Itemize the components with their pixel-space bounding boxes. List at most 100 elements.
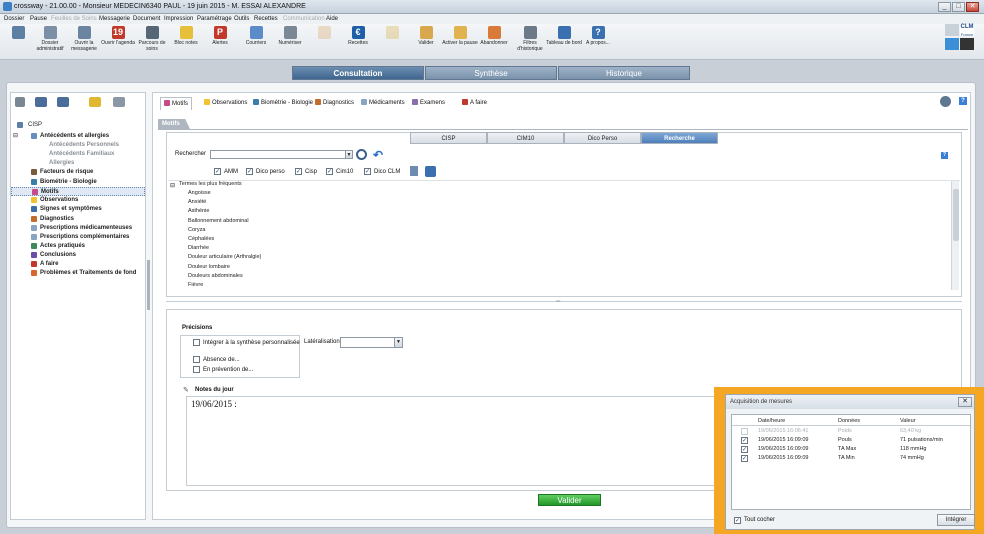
section-tab-6[interactable]: A faire — [459, 97, 490, 110]
list-item[interactable]: Fièvre — [188, 281, 203, 290]
menu-item-5[interactable]: Impression — [164, 16, 193, 22]
menu-item-3[interactable]: Messagerie — [99, 16, 130, 22]
filter-checkbox-4[interactable]: ✓ — [364, 168, 371, 175]
main-tab-1[interactable]: Synthèse — [425, 66, 557, 80]
filter-checkbox-3[interactable]: ✓ — [326, 168, 333, 175]
maximize-button[interactable]: □ — [952, 2, 965, 12]
precision-checkbox-0[interactable] — [193, 339, 200, 346]
tree-item-11[interactable]: Prescriptions médicamenteuses — [11, 224, 145, 233]
list-scrollbar[interactable] — [951, 181, 959, 290]
section-tab-5[interactable]: Examens — [409, 97, 448, 110]
menu-item-4[interactable]: Document — [133, 16, 160, 22]
code-tab-0[interactable]: CISP — [410, 132, 487, 144]
toolbar-button-5[interactable]: Bloc notes — [167, 26, 205, 46]
menu-item-6[interactable]: Paramétrage — [197, 16, 232, 22]
tree-item-12[interactable]: Prescriptions complémentaires — [11, 233, 145, 242]
tree-item-5[interactable]: Facteurs de risque — [11, 168, 145, 177]
list-item[interactable]: Asthénie — [188, 207, 209, 216]
toolbar-button-4[interactable]: Parcours de soins — [133, 26, 171, 52]
list-item[interactable]: Ballonnement abdominal — [188, 217, 249, 226]
toolbar-button-13[interactable]: Activer la pause — [441, 26, 479, 46]
tree-item-14[interactable]: Conclusions — [11, 251, 145, 260]
horizontal-splitter[interactable]: ═ — [166, 299, 962, 305]
section-tab-1[interactable]: Observations — [201, 97, 250, 110]
tree-item-15[interactable]: A faire — [11, 260, 145, 269]
tree-item-2[interactable]: Antécédents Personnels — [11, 141, 145, 150]
toolbar-button-7[interactable]: Courriers — [237, 26, 275, 46]
search-dropdown-button[interactable]: ▼ — [345, 150, 353, 159]
filter-checkbox-1[interactable]: ✓ — [246, 168, 253, 175]
chevron-down-icon[interactable]: ▼ — [394, 338, 402, 347]
tree-item-10[interactable]: Diagnostics — [11, 215, 145, 224]
close-button[interactable]: ✕ — [966, 2, 979, 12]
motifs-help-icon[interactable]: ? — [941, 152, 948, 159]
toolbar-button-12[interactable]: Valider — [407, 26, 445, 46]
toolbar-button-16[interactable]: Tableau de bord — [545, 26, 583, 46]
help-icon[interactable]: ? — [959, 97, 967, 105]
main-tab-2[interactable]: Historique — [558, 66, 690, 80]
section-tab-0[interactable]: Motifs — [160, 97, 193, 110]
section-tab-3[interactable]: Diagnostics — [312, 97, 357, 110]
toolbar-button-8[interactable]: Numériser — [271, 26, 309, 46]
row-checkbox-1[interactable]: ✓ — [741, 437, 748, 444]
section-tab-2[interactable]: Biométrie - Biologie — [250, 97, 316, 110]
list-item[interactable]: Anxiété — [188, 198, 206, 207]
table-row[interactable]: ✓ 19/06/2015 16:09:09 TA Max 118 mmHg — [732, 445, 970, 454]
menu-item-7[interactable]: Outils — [234, 16, 249, 22]
list-item[interactable]: Douleur articulaire (Arthralgie) — [188, 253, 261, 262]
splitter-grip[interactable]: ═ — [556, 299, 560, 305]
list-item[interactable]: Céphalées — [188, 235, 214, 244]
table-row[interactable]: ✓ 19/06/2015 16:09:09 Pouls 71 pulsations/m… — [732, 436, 970, 445]
section-tab-4[interactable]: Médicaments — [358, 97, 408, 110]
code-tab-3[interactable]: Recherche — [641, 132, 718, 144]
panel-splitter[interactable] — [147, 260, 150, 310]
minimize-button[interactable]: _ — [938, 2, 951, 12]
filter-checkbox-0[interactable]: ✓ — [214, 168, 221, 175]
search-input[interactable] — [210, 150, 346, 159]
list-item[interactable]: Angoisse — [188, 189, 211, 198]
tree-item-13[interactable]: Actes pratiqués — [11, 242, 145, 251]
toolbar-button-3[interactable]: 19 Ouvrir l'agenda — [99, 26, 137, 46]
precision-checkbox-1[interactable] — [193, 356, 200, 363]
list-item[interactable]: Douleurs abdominales — [188, 272, 243, 281]
toolbar-button-6[interactable]: P Alertes — [201, 26, 239, 46]
search-icon[interactable] — [356, 149, 367, 160]
toolbar-button-10[interactable]: € Recettes — [339, 26, 377, 46]
list-item[interactable]: Diarrhée — [188, 244, 209, 253]
code-tab-1[interactable]: CIM10 — [487, 132, 564, 144]
toolbar-button-17[interactable]: ? A propos... — [579, 26, 617, 46]
validate-button[interactable]: Valider — [538, 494, 601, 506]
tree-item-3[interactable]: Antécédents Familiaux — [11, 150, 145, 159]
code-tab-2[interactable]: Dico Perso — [564, 132, 641, 144]
filter-checkbox-2[interactable]: ✓ — [295, 168, 302, 175]
menu-item-1[interactable]: Pause — [30, 16, 47, 22]
tree-item-1[interactable]: ⊟ Antécédents et allergies — [11, 132, 145, 141]
list-item[interactable]: Coryza — [188, 226, 205, 235]
collapse-icon[interactable]: ⊟ — [170, 182, 175, 189]
tree-item-9[interactable]: Signes et symptômes — [11, 205, 145, 214]
row-checkbox-2[interactable]: ✓ — [741, 446, 748, 453]
tree-item-7[interactable]: Motifs — [11, 187, 145, 196]
main-tab-0[interactable]: Consultation — [292, 66, 424, 80]
toolbar-button-14[interactable]: Abandonner — [475, 26, 513, 46]
toolbar-button-2[interactable]: Ouvrir la messagerie — [65, 26, 103, 52]
dialog-close-button[interactable]: ✕ — [958, 397, 972, 407]
tree-item-8[interactable]: Observations — [11, 196, 145, 205]
document-icon[interactable] — [410, 166, 418, 176]
lateralisation-select[interactable]: ▼ — [340, 337, 403, 348]
tree-item-0[interactable]: CISP — [11, 121, 145, 130]
save-icon[interactable] — [425, 166, 436, 177]
menu-item-10[interactable]: Aide — [326, 16, 338, 22]
table-row[interactable]: ✓ 19/06/2015 16:09:09 TA Min 74 mmHg — [732, 454, 970, 463]
undo-icon[interactable]: ↶ — [373, 148, 383, 162]
check-all-checkbox[interactable]: ✓ — [734, 517, 741, 524]
list-item[interactable]: Douleur lombaire — [188, 263, 230, 272]
toolbar-button-15[interactable]: Filtres d'historique — [511, 26, 549, 52]
scroll-thumb[interactable] — [953, 189, 959, 241]
tree-item-4[interactable]: Allergies — [11, 159, 145, 168]
row-checkbox-3[interactable]: ✓ — [741, 455, 748, 462]
collapse-icon[interactable]: ⊟ — [13, 132, 18, 141]
toolbar-button-1[interactable]: Dossier administratif — [31, 26, 69, 52]
settings-gear-icon[interactable] — [940, 96, 951, 107]
tree-item-16[interactable]: Problèmes et Traitements de fond — [11, 269, 145, 278]
